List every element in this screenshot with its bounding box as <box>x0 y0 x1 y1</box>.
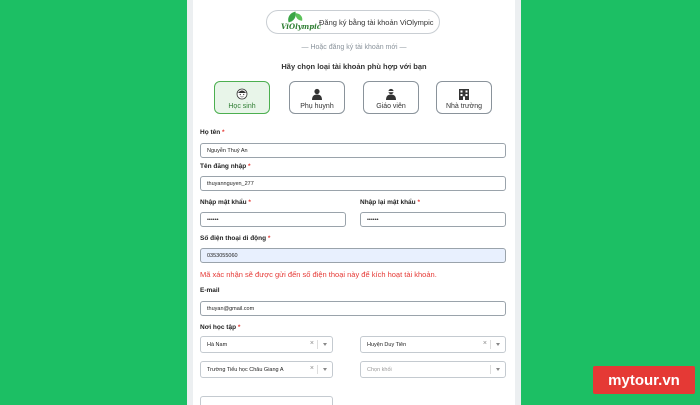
grade-select[interactable]: Chọn khối <box>360 361 506 378</box>
district-select[interactable]: Huyện Duy Tiên × <box>360 336 506 353</box>
fullname-input[interactable]: Nguyễn Thuý An <box>200 143 506 158</box>
confirm-password-input[interactable]: •••••• <box>360 212 506 227</box>
username-input[interactable]: thuyannguyen_277 <box>200 176 506 191</box>
account-type-school-label: Nhà trường <box>445 103 483 110</box>
violympic-register-label: Đăng ký bằng tài khoản ViOlympic <box>319 17 434 27</box>
school-select[interactable]: Trường Tiểu học Châu Giang A × <box>200 361 333 378</box>
green-background-right <box>521 0 700 405</box>
confirm-password-label: Nhập lại mật khẩu * <box>360 199 420 206</box>
province-value: Hà Nam <box>207 341 228 348</box>
account-type-school[interactable]: Nhà trường <box>436 81 492 114</box>
account-type-teacher[interactable]: Giáo viên <box>363 81 419 114</box>
account-type-parent[interactable]: Phụ huynh <box>289 81 345 114</box>
province-select[interactable]: Hà Nam × <box>200 336 333 353</box>
phone-verification-notice: Mã xác nhận sẽ được gửi đến số điện thoạ… <box>200 270 437 279</box>
school-location-label: Nơi học tập * <box>200 324 241 331</box>
school-value: Trường Tiểu học Châu Giang A <box>207 366 284 373</box>
email-label: E-mail <box>200 287 220 294</box>
grade-chevron-down-icon[interactable] <box>496 368 500 371</box>
clear-district-icon[interactable]: × <box>483 340 487 347</box>
or-register-divider: — Hoặc đăng ký tài khoản mới — <box>301 44 407 51</box>
grade-placeholder: Chọn khối <box>367 366 392 373</box>
violympic-register-button[interactable]: ViOlympic Đăng ký bằng tài khoản ViOlymp… <box>266 10 440 34</box>
district-value: Huyện Duy Tiên <box>367 341 407 348</box>
account-type-student-label: Học sinh <box>228 103 256 110</box>
page-gutter-right <box>515 0 521 405</box>
green-background-left <box>0 0 187 405</box>
school-chevron-down-icon[interactable] <box>323 368 327 371</box>
clear-province-icon[interactable]: × <box>310 340 314 347</box>
violympic-logo: ViOlympic <box>281 11 321 31</box>
province-chevron-down-icon[interactable] <box>323 343 327 346</box>
fullname-label: Họ tên * <box>200 129 225 136</box>
phone-input[interactable]: 0353055060 <box>200 248 506 263</box>
password-label: Nhập mật khẩu * <box>200 199 251 206</box>
school-icon <box>459 89 469 100</box>
account-type-student[interactable]: Học sinh <box>214 81 270 114</box>
mytour-watermark: mytour.vn <box>593 366 695 394</box>
teacher-icon <box>386 88 396 100</box>
password-input[interactable]: •••••• <box>200 212 346 227</box>
phone-label: Số điện thoại di động * <box>200 235 271 242</box>
account-type-title: Hãy chọn loại tài khoản phù hợp với bạn <box>281 62 427 71</box>
username-label: Tên đăng nhập * <box>200 163 251 170</box>
account-type-teacher-label: Giáo viên <box>376 103 406 110</box>
district-chevron-down-icon[interactable] <box>496 343 500 346</box>
clear-school-icon[interactable]: × <box>310 365 314 372</box>
student-icon <box>236 88 248 100</box>
email-input[interactable]: thuyan@gmail.com <box>200 301 506 316</box>
next-field-partial <box>200 396 333 405</box>
parent-icon <box>312 88 322 100</box>
account-type-parent-label: Phụ huynh <box>300 103 334 110</box>
